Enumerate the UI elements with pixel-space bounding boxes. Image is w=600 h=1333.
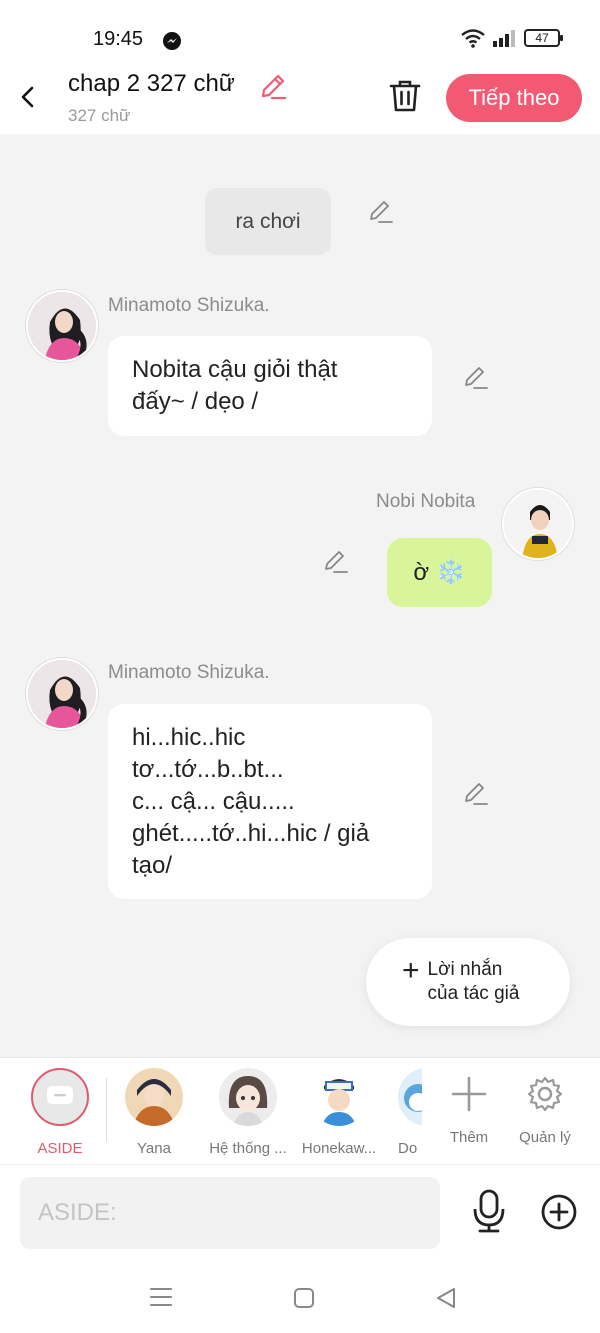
avatar-nobita[interactable] [502,488,574,560]
yana-portrait-icon [125,1068,183,1126]
message-bubble[interactable]: hi...hic..hic tơ...tớ...b..bt... c... cậ… [108,704,432,899]
character-name: Honekaw... [301,1140,377,1157]
trash-icon[interactable] [388,78,422,114]
honekawa-portrait-icon [310,1068,368,1126]
status-icons: 47 [460,28,563,48]
narration-bubble[interactable]: ra chơi [205,188,331,255]
character-yana[interactable]: Yana [115,1068,193,1157]
status-bar: 19:45 47 [0,0,600,62]
speaker-name: Minamoto Shizuka. [108,295,270,316]
character-name: Hệ thống ... [209,1140,287,1157]
avatar-shizuka[interactable] [26,290,98,362]
character-name: Do [398,1140,418,1157]
avatar [310,1068,368,1126]
speaker-name: Nobi Nobita [376,491,476,512]
author-note-button[interactable]: + Lời nhắn của tác giả [366,938,570,1026]
signal-icon [493,30,515,47]
do-portrait-icon [398,1068,422,1126]
shizuka-portrait-icon [28,660,96,728]
message-line: tơ...tớ...b..bt... [132,756,284,783]
divider [106,1078,107,1142]
author-note-label: Lời nhắn [427,959,503,980]
character-name: Yana [137,1140,171,1157]
messenger-icon [163,32,181,50]
message-line: tạo/ [132,852,173,879]
character-bar: ASIDE Yana Hệ thống ... Honekaw... Do Th… [0,1057,600,1164]
input-bar [0,1164,600,1264]
home-icon[interactable] [292,1286,316,1310]
chapter-title: chap 2 327 chữ [68,70,235,97]
edit-title-icon[interactable] [258,72,288,102]
next-button[interactable]: Tiếp theo [446,74,582,122]
he-thong-portrait-icon [219,1068,277,1126]
manage-button[interactable]: Quản lý [512,1068,578,1146]
message-line: Nobita cậu giỏi thật [132,356,338,383]
gear-icon [527,1076,563,1112]
system-nav-bar [0,1264,600,1333]
message-bubble[interactable]: Nobita cậu giỏi thật đấy~ / dẹo / [108,336,432,436]
message-line: c... cậ... cậu..... [132,788,295,815]
battery-icon: 47 [524,29,563,47]
manage-label: Quản lý [519,1129,571,1146]
back-icon[interactable] [14,82,44,112]
edit-icon[interactable] [367,198,395,226]
character-aside[interactable]: ASIDE [20,1068,100,1157]
status-time: 19:45 [93,28,144,50]
plus-icon: + [402,954,420,987]
character-honekawa[interactable]: Honekaw... [301,1068,377,1157]
back-nav-icon[interactable] [434,1286,458,1310]
nobita-portrait-icon [504,490,572,558]
header: chap 2 327 chữ 327 chữ Tiếp theo [0,62,600,134]
edit-icon[interactable] [462,364,490,392]
speaker-name: Minamoto Shizuka. [108,662,270,683]
chat-bubble-icon [47,1086,73,1104]
wifi-icon [461,29,485,48]
character-name: ASIDE [37,1140,83,1157]
edit-icon[interactable] [462,780,490,808]
word-count: 327 chữ [68,106,131,125]
character-he-thong[interactable]: Hệ thống ... [205,1068,291,1157]
microphone-icon[interactable] [470,1189,508,1233]
avatar [125,1068,183,1126]
message-line: ghét.....tớ..hi...hic / giả [132,820,370,847]
plus-icon [451,1076,487,1112]
aside-avatar [31,1068,89,1126]
edit-icon[interactable] [322,548,350,576]
message-bubble-self[interactable]: ờ ❄️ [387,538,492,607]
avatar-shizuka[interactable] [26,658,98,730]
message-input[interactable] [20,1177,440,1249]
author-note-label: của tác giả [427,983,520,1004]
menu-icon[interactable] [148,1286,174,1308]
add-label: Thêm [449,1129,489,1146]
avatar [219,1068,277,1126]
avatar [398,1068,422,1126]
add-character-button[interactable]: Thêm [444,1068,494,1146]
message-line: đấy~ / dẹo / [132,388,259,415]
shizuka-portrait-icon [28,292,96,360]
character-do[interactable]: Do [398,1068,422,1157]
add-circle-icon[interactable] [540,1193,578,1231]
message-line: hi...hic..hic [132,724,246,751]
